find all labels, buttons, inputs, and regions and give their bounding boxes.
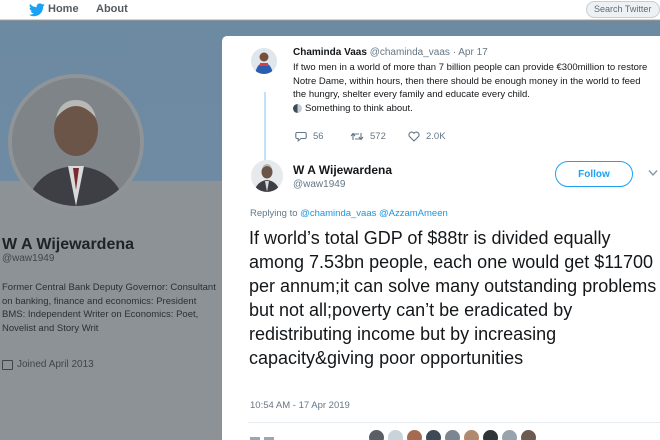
separator-dot: · [452,47,457,58]
tweet-modal: Chaminda Vaas @chaminda_vaas · Apr 17 If… [222,36,660,440]
tweet-author-avatar[interactable] [251,160,283,192]
tweet-text: If world’s total GDP of $88tr is divided… [249,228,657,368]
joined-date: Joined April 2013 [2,359,94,370]
parent-author-handle[interactable]: @chaminda_vaas [370,47,450,58]
parent-author-name[interactable]: Chaminda Vaas [293,47,367,58]
parent-tweet-text: If two men in a world of more than 7 bil… [293,61,653,115]
parent-tweet-tail-text: Something to think about. [305,102,413,114]
profile-handle[interactable]: @waw1949 [2,253,54,264]
tweet-stats-partial [250,429,290,440]
calendar-icon [2,359,13,370]
tweet-author-name[interactable]: W A Wijewardena [293,163,392,177]
replying-to-link-2[interactable]: @AzzamAmeen [379,208,448,219]
parent-tweet-body: If two men in a world of more than 7 bil… [293,62,648,101]
retweet-count: 572 [370,131,386,142]
twitter-bird-icon[interactable] [29,3,45,17]
nav-home-link[interactable]: Home [48,3,79,15]
retweet-icon [350,132,364,141]
parent-avatar-photo [251,48,277,74]
reply-count: 56 [313,131,324,142]
tweet-author-handle[interactable]: @waw1949 [293,179,345,190]
parent-tweet-tail: Something to think about. [293,102,653,116]
parent-author-avatar[interactable] [251,48,277,74]
tweet-timestamp[interactable]: 10:54 AM - 17 Apr 2019 [250,400,350,411]
parent-tweet-header: Chaminda Vaas @chaminda_vaas · Apr 17 [293,47,488,58]
reply-icon [295,131,307,142]
like-action[interactable]: 2.0K [408,131,446,142]
reply-action[interactable]: 56 [295,131,324,142]
moon-emoji-icon [293,104,302,114]
like-count: 2.0K [426,131,446,142]
caret-down-icon[interactable] [648,169,658,177]
tweet-avatar-photo [251,160,283,192]
profile-photo [12,78,140,206]
search-input[interactable]: Search Twitter [586,1,660,18]
parent-tweet-date[interactable]: Apr 17 [458,47,487,58]
profile-name[interactable]: W A Wijewardena [2,236,134,254]
joined-label: Joined April 2013 [17,359,94,370]
replying-to: Replying to @chaminda_vaas @AzzamAmeen [250,208,448,219]
replying-to-prefix: Replying to [250,208,298,219]
like-icon [408,131,420,142]
replying-to-link-1[interactable]: @chaminda_vaas [300,208,376,219]
nav-about-link[interactable]: About [96,3,128,15]
profile-bio: Former Central Bank Deputy Governor: Con… [2,282,216,334]
retweet-action[interactable]: 572 [350,131,386,142]
top-nav-bar: Home About Search Twitter [0,0,660,20]
stats-divider [248,422,660,423]
profile-avatar[interactable] [8,74,144,210]
liker-avatars[interactable] [368,429,537,440]
follow-button[interactable]: Follow [555,161,633,187]
